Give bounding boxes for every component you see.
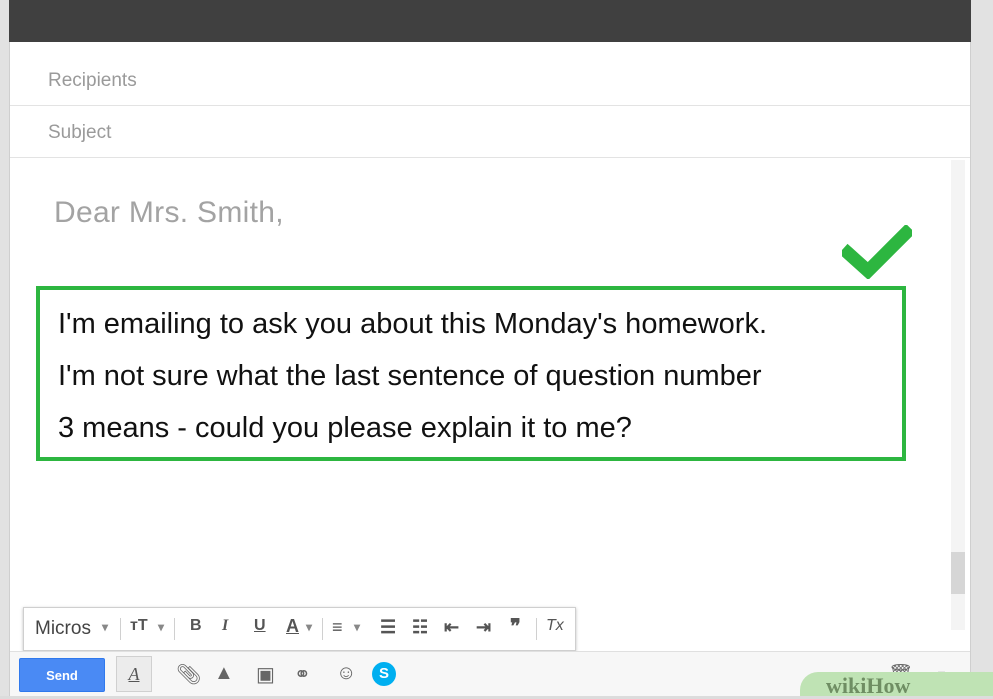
send-button[interactable]: Send: [19, 658, 105, 692]
indent-less-icon[interactable]: ⇤: [444, 617, 459, 638]
window-title-bar: [9, 0, 971, 42]
formatting-toolbar: Micros ▾ тT ▾ B I U A ▾ ≡ ▾ ☰ ☷ ⇤ ⇥ ❞ Tx: [23, 607, 576, 651]
toolbar-divider: [322, 618, 323, 640]
insert-photo-icon[interactable]: ▣: [256, 662, 275, 687]
greeting-text[interactable]: Dear Mrs. Smith,: [54, 196, 284, 230]
chevron-down-icon[interactable]: ▾: [354, 620, 360, 634]
body-line: I'm not sure what the last sentence of q…: [58, 360, 762, 392]
drive-icon[interactable]: ▲: [214, 662, 234, 685]
body-line: I'm emailing to ask you about this Monda…: [58, 308, 768, 340]
compose-window: Recipients Subject Dear Mrs. Smith, I'm …: [9, 42, 971, 696]
font-family-select[interactable]: Micros: [35, 618, 91, 640]
scrollbar-thumb[interactable]: [951, 552, 965, 594]
font-size-button[interactable]: тT: [130, 617, 148, 635]
watermark: wikiHow: [800, 672, 993, 698]
text-color-button[interactable]: A: [286, 616, 299, 637]
numbered-list-icon[interactable]: ☰: [380, 617, 396, 638]
checkmark-icon: [842, 225, 912, 279]
formatting-options-icon[interactable]: A: [116, 656, 152, 692]
quote-button[interactable]: ❞: [510, 614, 521, 639]
recipients-placeholder: Recipients: [48, 70, 137, 91]
chevron-down-icon[interactable]: ▾: [158, 620, 164, 634]
toolbar-divider: [536, 618, 537, 640]
underline-button[interactable]: U: [254, 617, 266, 635]
highlighted-message-body[interactable]: I'm emailing to ask you about this Monda…: [36, 286, 906, 461]
watermark-text: wikiHow: [826, 673, 911, 698]
screen-background: Recipients Subject Dear Mrs. Smith, I'm …: [0, 0, 993, 698]
indent-more-icon[interactable]: ⇥: [476, 617, 491, 638]
toolbar-divider: [120, 618, 121, 640]
skype-icon[interactable]: S: [372, 662, 396, 686]
clear-formatting-button[interactable]: Tx: [546, 617, 564, 635]
subject-field[interactable]: Subject: [10, 106, 970, 158]
body-line: 3 means - could you please explain it to…: [58, 412, 632, 444]
bold-button[interactable]: B: [190, 617, 202, 635]
toolbar-divider: [174, 618, 175, 640]
chevron-down-icon[interactable]: ▾: [102, 620, 108, 634]
recipients-field[interactable]: Recipients: [10, 54, 970, 106]
emoji-icon[interactable]: ☺: [336, 662, 356, 685]
subject-placeholder: Subject: [48, 122, 112, 143]
chevron-down-icon[interactable]: ▾: [306, 620, 312, 634]
insert-link-icon[interactable]: ⚭: [294, 662, 311, 687]
align-left-icon[interactable]: ≡: [332, 617, 343, 638]
bulleted-list-icon[interactable]: ☷: [412, 617, 428, 638]
attach-file-icon[interactable]: 📎︎: [176, 662, 201, 687]
italic-button[interactable]: I: [222, 617, 228, 635]
